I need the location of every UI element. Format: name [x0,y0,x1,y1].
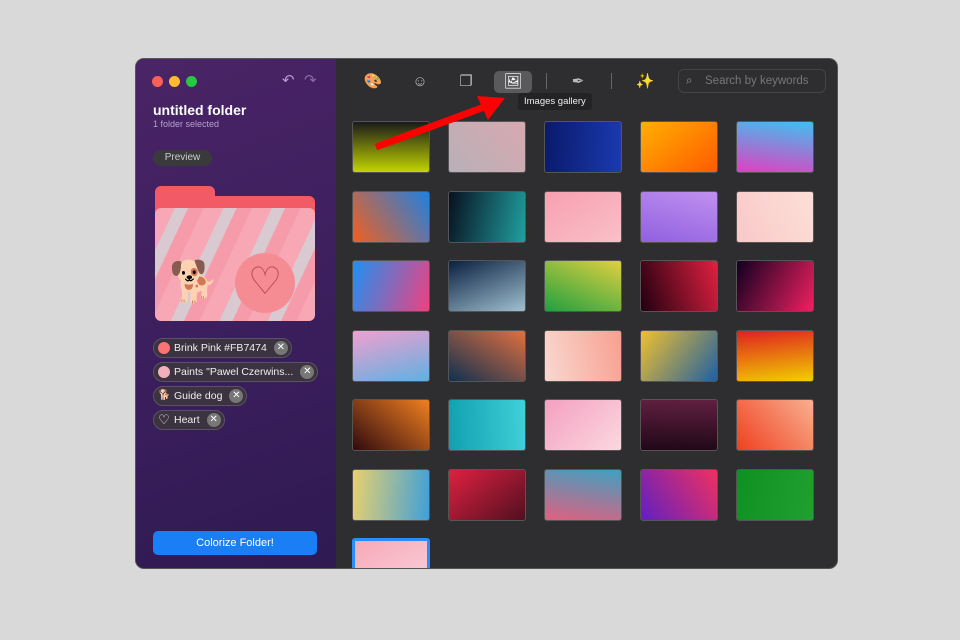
tag-shape[interactable]: ♡ Heart ✕ [153,410,225,430]
gallery-image-tile[interactable] [736,190,814,243]
image-thumbnail-icon [158,366,170,378]
selection-status: 1 folder selected [153,119,220,129]
gallery-image-tile[interactable] [544,121,622,173]
gallery-image-tile[interactable] [640,329,718,382]
shapes-icon[interactable]: ❐ [447,71,485,93]
gallery-image-tile[interactable] [544,399,622,451]
heart-icon: ♡ [158,412,170,427]
colorize-folder-button[interactable]: Colorize Folder! [153,531,317,555]
redo-icon[interactable]: ↷ [304,71,317,89]
gallery-image-tile[interactable] [736,399,814,451]
gallery-image-tile[interactable] [352,399,430,451]
gallery-image-tile[interactable] [352,538,430,568]
undo-icon[interactable]: ↶ [282,71,295,89]
zoom-button[interactable] [186,76,197,87]
gallery-image-tile[interactable] [352,190,430,243]
remove-tag-icon[interactable]: ✕ [229,389,244,403]
gallery-image-tile[interactable] [544,260,622,312]
color-swatch-icon [158,342,170,354]
app-window: ↶ ↷ untitled folder 1 folder selected Pr… [136,59,837,568]
gallery-image-tile[interactable] [448,190,526,243]
close-button[interactable] [152,76,163,87]
minimize-button[interactable] [169,76,180,87]
search-placeholder: Search by keywords [705,75,809,87]
eyedropper-icon[interactable]: ✒ [559,71,597,93]
gallery-image-tile[interactable] [640,121,718,173]
dog-icon: 🐕 [169,260,219,304]
gallery-image-tile[interactable] [448,329,526,382]
annotation-arrow [374,96,505,151]
gallery-image-tile[interactable] [448,260,526,312]
search-input[interactable]: ⌕ Search by keywords [678,69,826,93]
gallery-image-tile[interactable] [448,399,526,451]
gallery-image-tile[interactable] [640,399,718,451]
gallery-image-tile[interactable] [544,190,622,243]
gallery-image-tile[interactable] [640,260,718,312]
gallery-image-tile[interactable] [352,260,430,312]
images-gallery-icon[interactable]: 🖼 [494,71,532,93]
gallery-image-tile[interactable] [448,468,526,521]
sidebar: ↶ ↷ untitled folder 1 folder selected Pr… [136,59,336,568]
preview-badge: Preview [153,150,212,166]
folder-preview: 🐕 ♡ [155,186,315,321]
gallery-image-tile[interactable] [544,329,622,382]
folder-title: untitled folder [153,102,247,118]
tooltip: Images gallery [518,93,592,110]
tag-label: Paints "Pawel Czerwins... [174,366,294,378]
tag-emoji[interactable]: 🐕 Guide dog ✕ [153,386,248,406]
gallery-image-tile[interactable] [544,468,622,521]
gallery-image-tile[interactable] [352,468,430,521]
toolbar-divider [611,73,612,89]
tag-label: Guide dog [174,390,223,402]
remove-tag-icon[interactable]: ✕ [300,365,315,379]
heart-icon: ♡ [235,253,295,313]
gallery-image-tile[interactable] [736,260,814,312]
gallery-image-tile[interactable] [736,329,814,382]
gallery-image-tile[interactable] [640,190,718,243]
toolbar-divider [546,73,547,89]
emoji-icon[interactable]: ☺ [401,71,439,93]
palette-icon[interactable]: 🎨 [354,71,392,93]
dog-icon: 🐕 [158,390,171,401]
tag-label: Heart [174,414,200,426]
gallery-image-tile[interactable] [736,468,814,521]
gallery-image-tile[interactable] [640,468,718,521]
search-icon: ⌕ [686,75,693,87]
gallery-image-tile[interactable] [352,329,430,382]
remove-tag-icon[interactable]: ✕ [273,341,288,355]
tag-label: Brink Pink #FB7474 [174,342,267,354]
magic-wand-icon[interactable]: ✨ [626,71,664,93]
tag-color[interactable]: Brink Pink #FB7474 ✕ [153,338,292,358]
remove-tag-icon[interactable]: ✕ [206,413,221,427]
gallery-image-tile[interactable] [736,121,814,173]
tag-image[interactable]: Paints "Pawel Czerwins... ✕ [153,362,319,382]
